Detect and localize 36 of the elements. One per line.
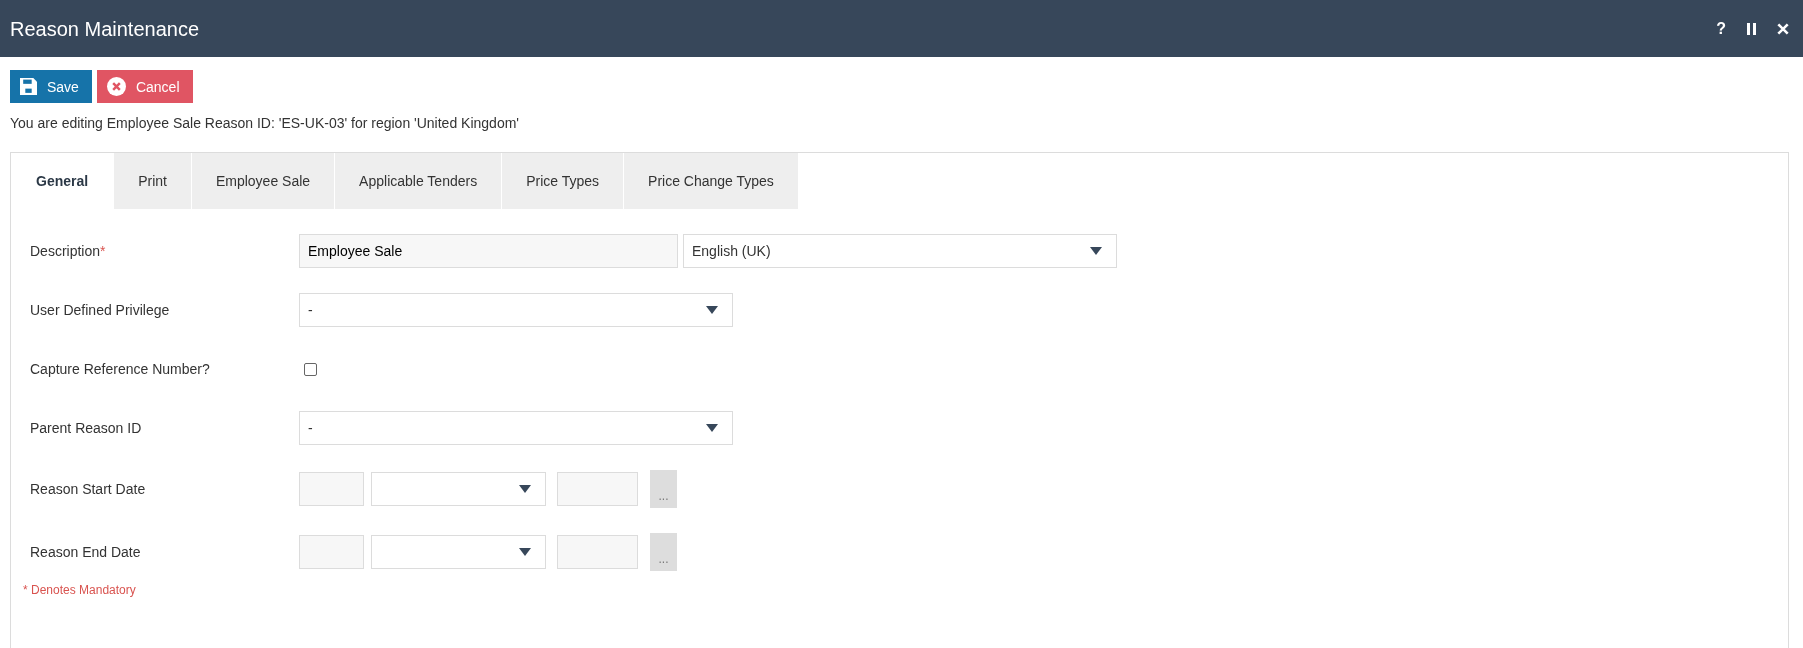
field-label: Description* [30,243,107,259]
pause-icon[interactable] [1747,22,1756,35]
field-label: Reason End Date [30,544,142,560]
tab[interactable]: Price Change Types [624,153,799,209]
text-field[interactable]: Employee Sale [299,234,678,268]
close-icon[interactable] [1777,22,1789,35]
editing-info-text: You are editing Employee Sale Reason ID: 'ES-UK-03' for region 'United Kingdom' [10,115,520,132]
caret-icon [706,306,718,314]
day-field[interactable] [299,472,364,506]
tab[interactable]: Applicable Tenders [335,153,503,209]
caret-icon [1090,247,1102,255]
field-label: User Defined Privilege [30,302,171,318]
mandatory-note: * Denotes Mandatory [23,583,137,597]
cancel-button[interactable]: Cancel [96,70,193,103]
month-select[interactable] [371,535,546,569]
tab[interactable]: Price Types [502,153,625,209]
caret-icon [519,548,531,556]
tab[interactable]: Employee Sale [191,153,336,209]
month-select[interactable] [371,472,546,506]
window-title: Reason Maintenance [10,16,200,41]
select-field[interactable]: - [299,293,733,327]
field-label: Reason Start Date [30,481,147,497]
save-button[interactable]: Save [10,70,92,103]
field-label: Capture Reference Number? [30,361,211,377]
checkbox[interactable] [304,362,317,376]
cross-circle-icon [106,77,126,96]
year-field[interactable] [557,472,638,506]
year-field[interactable] [557,535,638,569]
language-select[interactable]: English (UK) [683,234,1117,268]
field-label: Parent Reason ID [30,420,143,436]
caret-icon [519,485,531,493]
select-field[interactable]: - [299,411,733,445]
day-field[interactable] [299,535,364,569]
tab[interactable]: Print [114,153,192,209]
caret-icon [706,424,718,432]
help-button[interactable]: ? [1716,19,1726,38]
